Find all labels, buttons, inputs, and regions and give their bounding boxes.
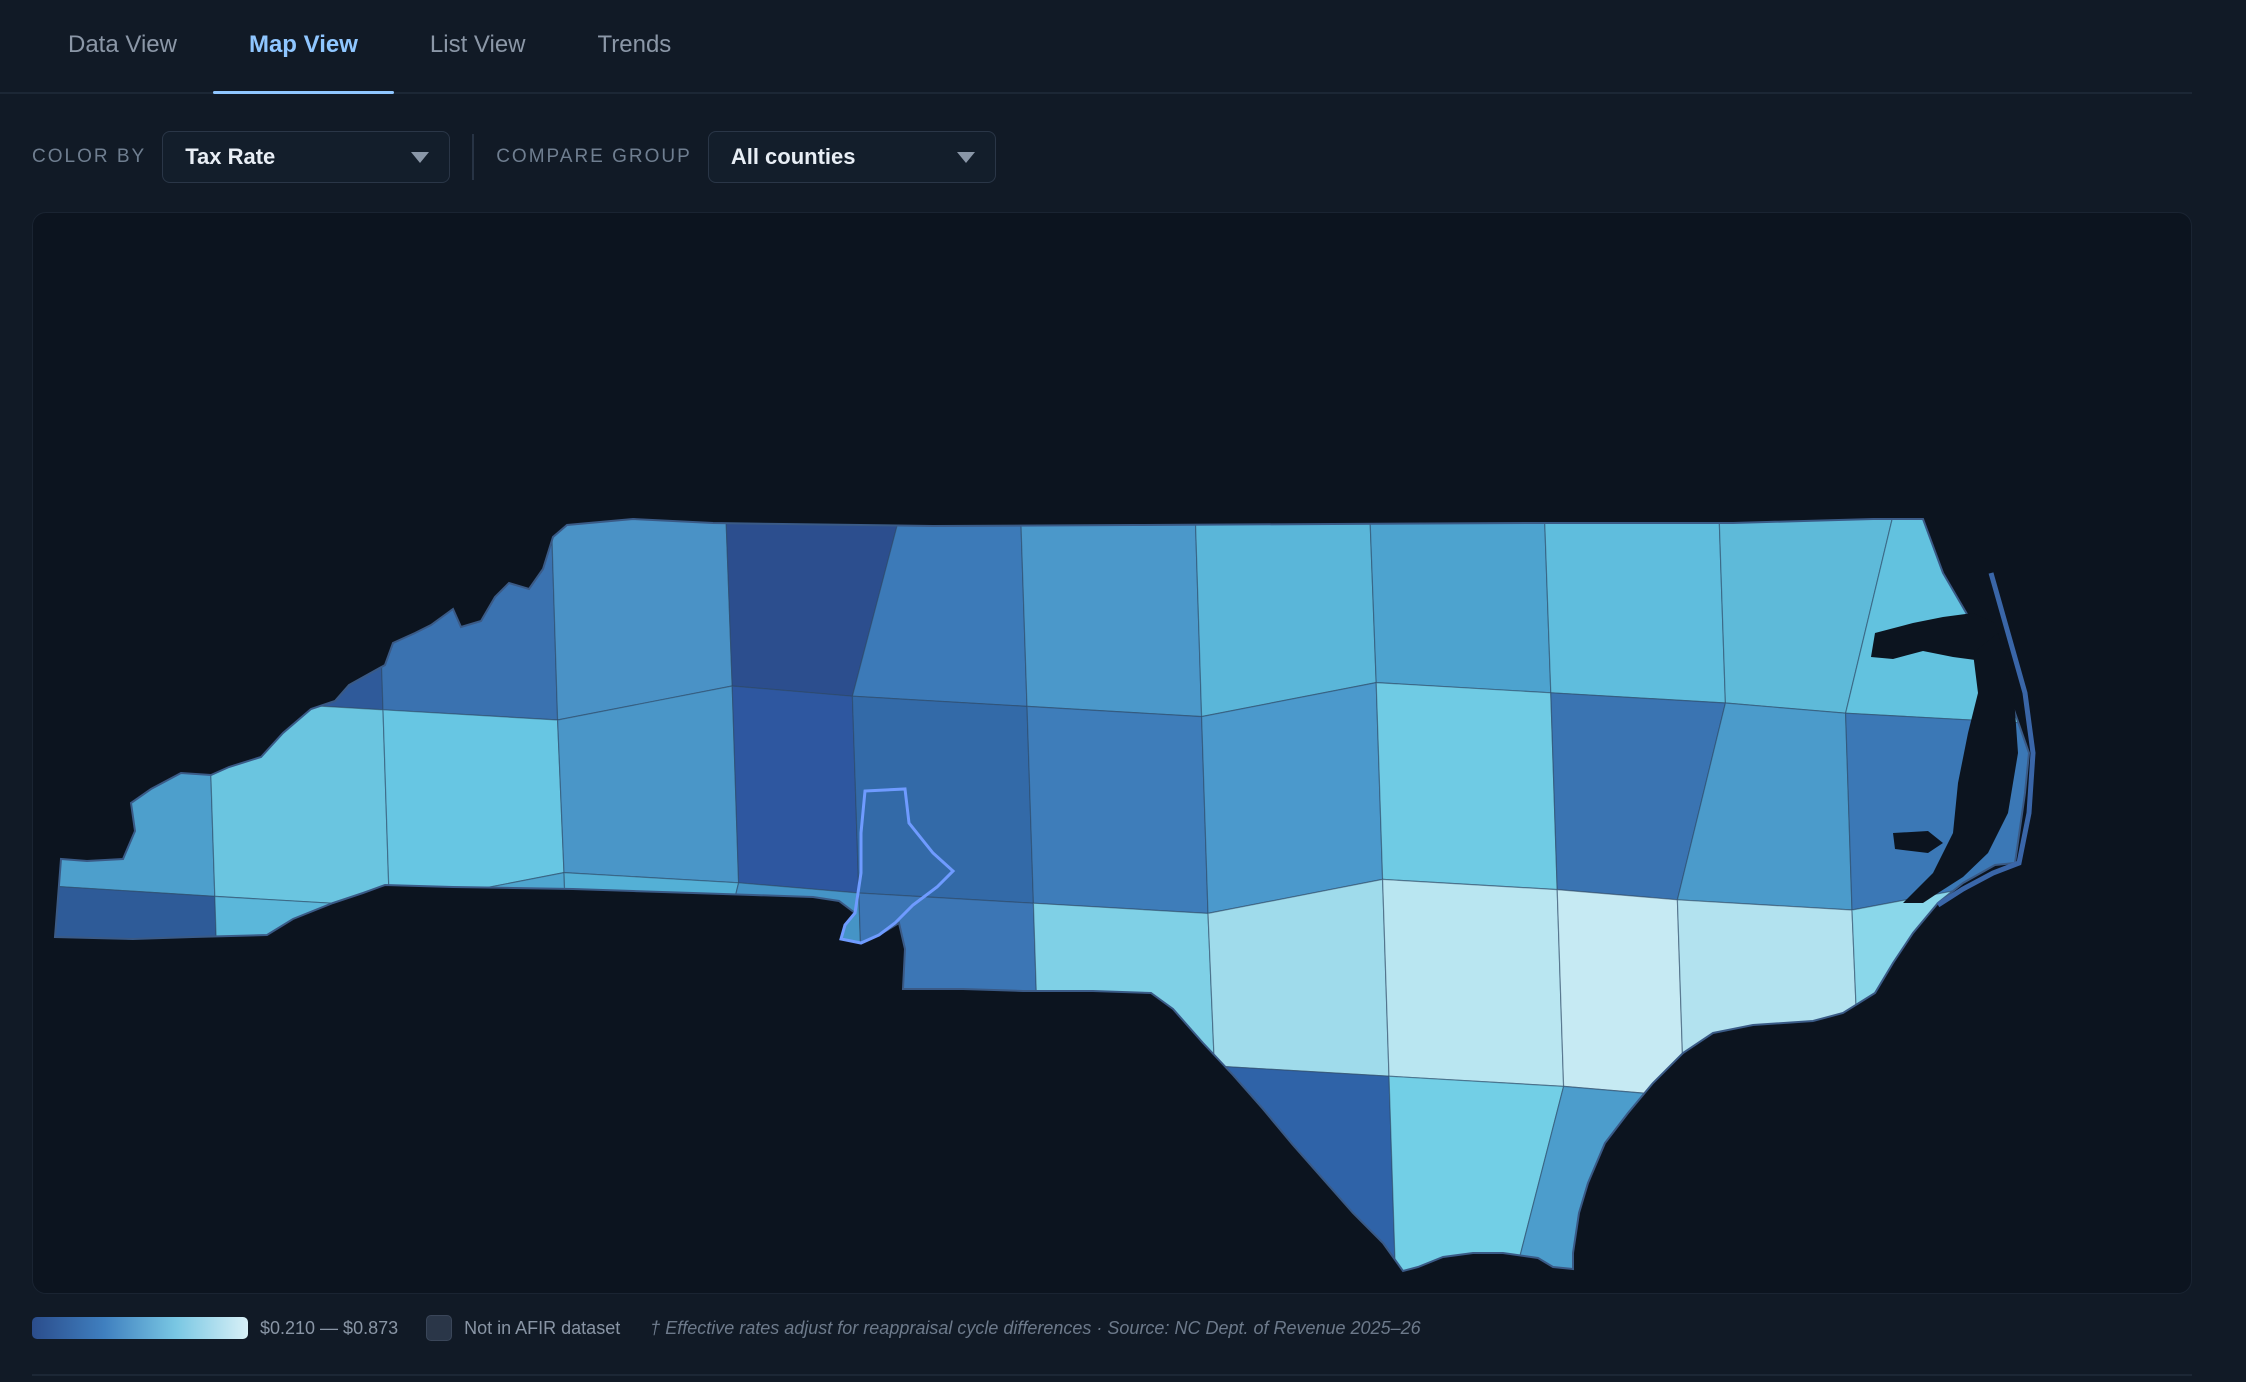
tab-data-view[interactable]: Data View	[32, 0, 213, 92]
county-region[interactable]	[1676, 899, 1860, 1098]
county-region[interactable]	[1369, 513, 1552, 694]
color-by-select[interactable]: Tax Rate	[162, 131, 451, 183]
legend-range: $0.210 — $0.873	[260, 1317, 399, 1338]
county-region[interactable]	[521, 1068, 698, 1273]
county-region[interactable]	[388, 871, 572, 1105]
county-choropleth-map[interactable]	[33, 213, 2192, 1294]
map-panel	[32, 212, 2192, 1294]
county-region[interactable]	[1026, 705, 1209, 915]
map-legend: $0.210 — $0.873 Not in AFIR dataset † Ef…	[32, 1314, 1421, 1342]
county-region[interactable]	[395, 1068, 572, 1273]
county-region[interactable]	[53, 513, 210, 701]
compare-group-label: COMPARE GROUP	[496, 146, 692, 167]
county-region[interactable]	[53, 885, 222, 1094]
county-region[interactable]	[550, 513, 733, 721]
county-region[interactable]	[1381, 878, 1565, 1088]
tab-trends[interactable]: Trends	[562, 0, 708, 92]
county-region[interactable]	[864, 1089, 1047, 1273]
chevron-down-icon	[956, 151, 975, 163]
county-region[interactable]	[1207, 878, 1390, 1077]
app-root: Data View Map View List View Trends COLO…	[0, 0, 2246, 1382]
county-region[interactable]	[1019, 513, 1203, 718]
county-region[interactable]	[1213, 1065, 1397, 1273]
map-controls: COLOR BY Tax Rate COMPARE GROUP All coun…	[32, 130, 996, 184]
county-region[interactable]	[1039, 1065, 1222, 1273]
not-in-dataset-swatch	[426, 1315, 453, 1341]
county-region[interactable]	[1032, 902, 1216, 1101]
county-region[interactable]	[563, 871, 740, 1081]
county-region[interactable]	[382, 709, 565, 908]
county-region[interactable]	[1543, 513, 1727, 704]
chevron-down-icon	[411, 151, 430, 163]
color-by-label: COLOR BY	[32, 146, 147, 167]
county-region[interactable]	[1200, 681, 1384, 915]
view-tabs: Data View Map View List View Trends	[0, 0, 2192, 94]
compare-group-value: All counties	[730, 144, 856, 169]
color-by-value: Tax Rate	[185, 144, 276, 169]
county-region[interactable]	[53, 1082, 229, 1273]
county-region[interactable]	[1683, 1061, 1866, 1273]
county-region[interactable]	[851, 695, 1035, 904]
county-region[interactable]	[1556, 888, 1685, 1098]
county-region[interactable]	[53, 688, 216, 898]
bottom-divider	[32, 1374, 2192, 1376]
county-region[interactable]	[375, 513, 559, 721]
county-region[interactable]	[1194, 513, 1377, 718]
county-region[interactable]	[689, 1078, 873, 1273]
county-region[interactable]	[1857, 1061, 2033, 1273]
county-region[interactable]	[556, 685, 740, 884]
county-region[interactable]	[1375, 681, 1558, 891]
county-region[interactable]	[1851, 875, 2033, 1074]
county-region[interactable]	[858, 892, 1041, 1101]
compare-group-select[interactable]: All counties	[707, 131, 996, 183]
tab-list-view[interactable]: List View	[394, 0, 562, 92]
controls-divider	[472, 134, 475, 180]
county-region[interactable]	[214, 895, 397, 1105]
county-region[interactable]	[731, 685, 860, 894]
color-scale-gradient	[32, 1317, 248, 1339]
tab-map-view[interactable]: Map View	[212, 0, 394, 94]
legend-not-in-dataset: Not in AFIR dataset	[464, 1317, 621, 1338]
legend-source-note: † Effective rates adjust for reappraisal…	[650, 1317, 1421, 1338]
county-region[interactable]	[207, 698, 391, 908]
county-region[interactable]	[689, 882, 866, 1091]
county-region[interactable]	[220, 1092, 403, 1273]
